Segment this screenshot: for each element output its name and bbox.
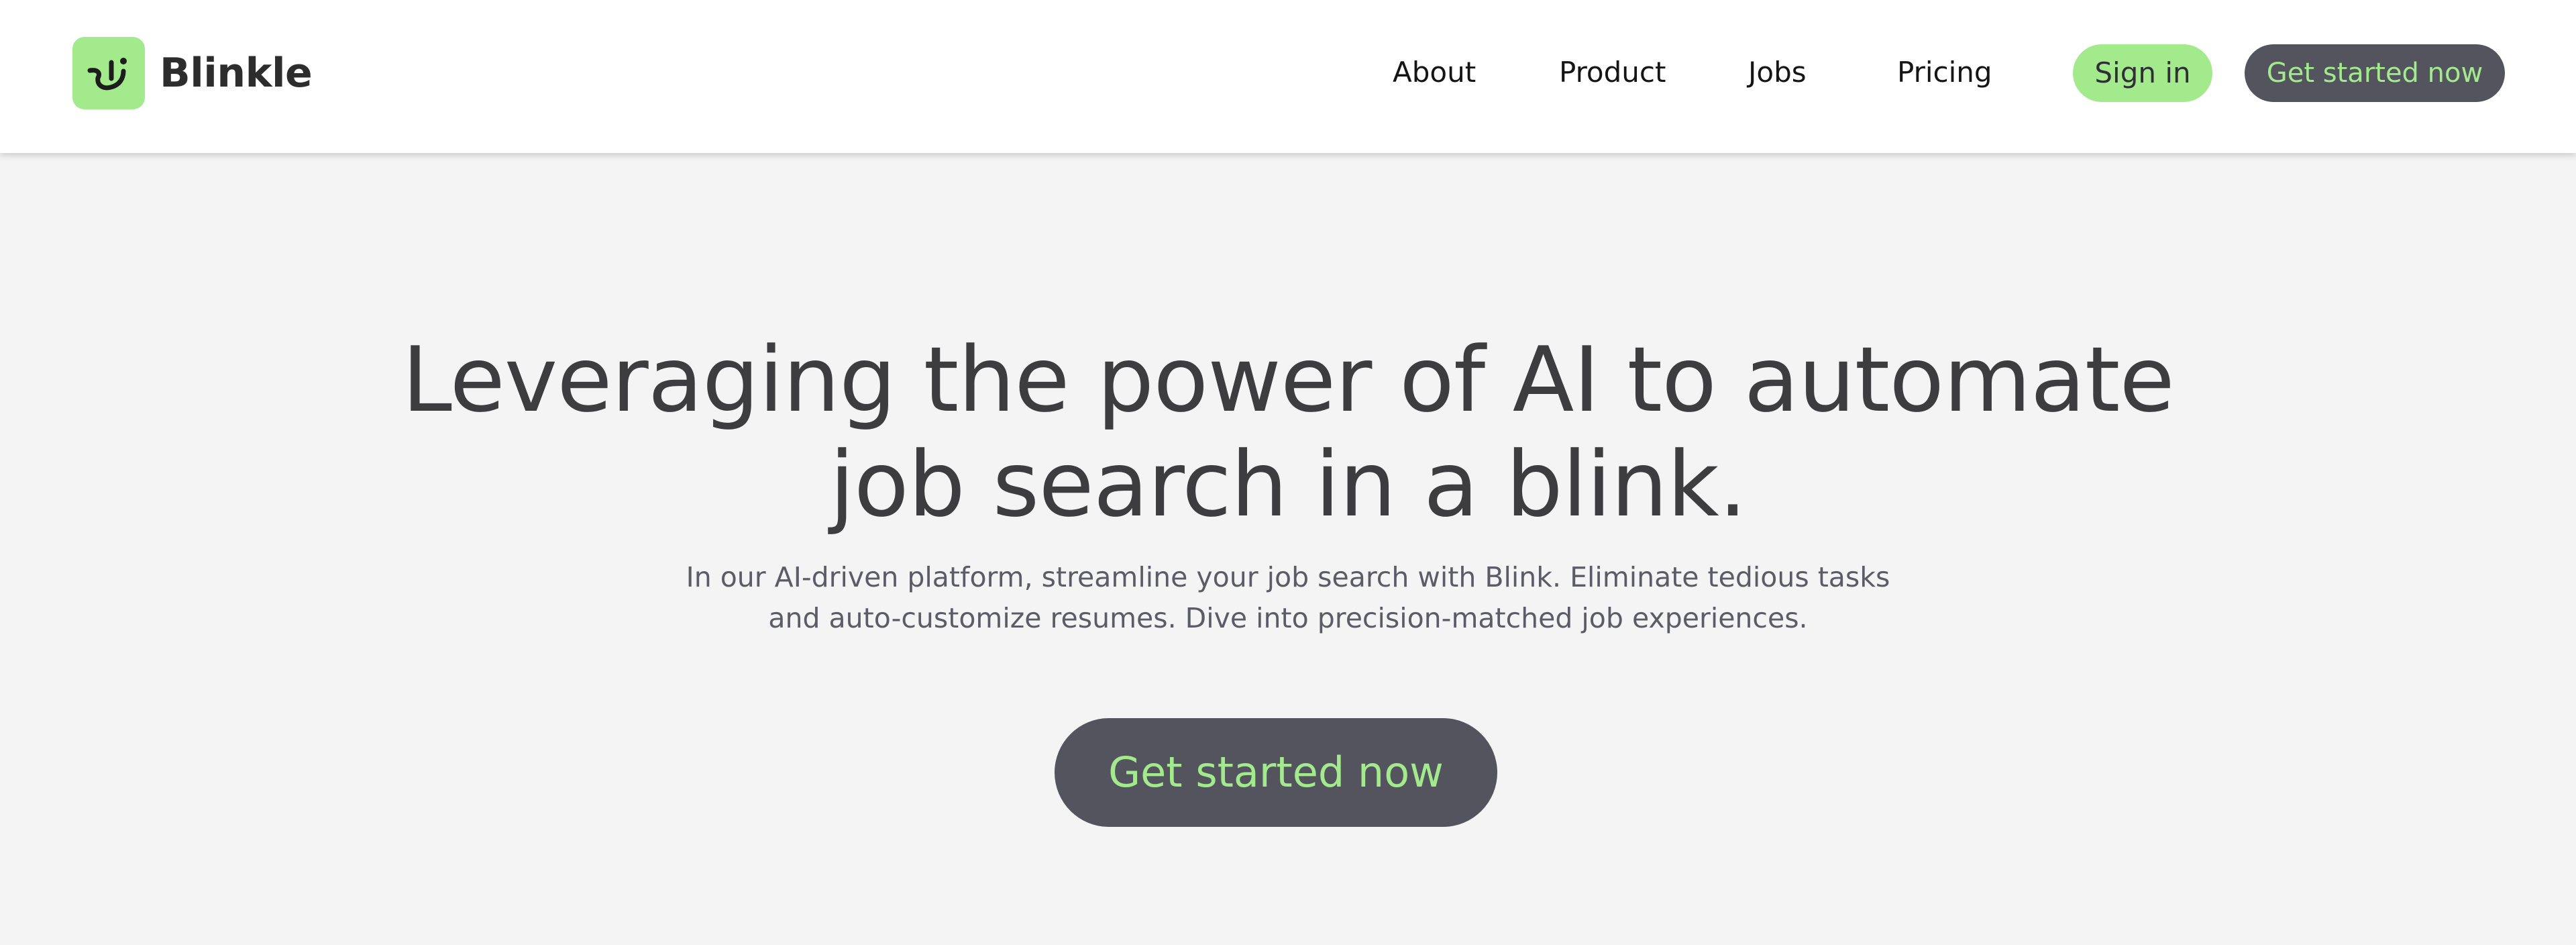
- site-header: Blinkle About Product Jobs Pricing Sign …: [0, 0, 2576, 153]
- hero-section: Leveraging the power of AI to automate j…: [0, 153, 2576, 945]
- nav-about[interactable]: About: [1393, 43, 1476, 102]
- nav-jobs[interactable]: Jobs: [1748, 43, 1807, 102]
- blinkle-logo-icon: [72, 37, 145, 109]
- hero-get-started-button[interactable]: Get started now: [1055, 718, 1497, 827]
- hero-title: Leveraging the power of AI to automate j…: [402, 328, 2175, 537]
- brand[interactable]: Blinkle: [72, 36, 313, 110]
- brand-name: Blinkle: [160, 50, 313, 97]
- logo-glyph: [87, 58, 127, 91]
- nav-pricing[interactable]: Pricing: [1897, 43, 1992, 102]
- header-get-started-button[interactable]: Get started now: [2245, 44, 2505, 102]
- nav-product[interactable]: Product: [1559, 43, 1666, 102]
- hero-subtitle: In our AI-driven platform, streamline yo…: [686, 561, 1890, 634]
- sign-in-button[interactable]: Sign in: [2073, 44, 2212, 102]
